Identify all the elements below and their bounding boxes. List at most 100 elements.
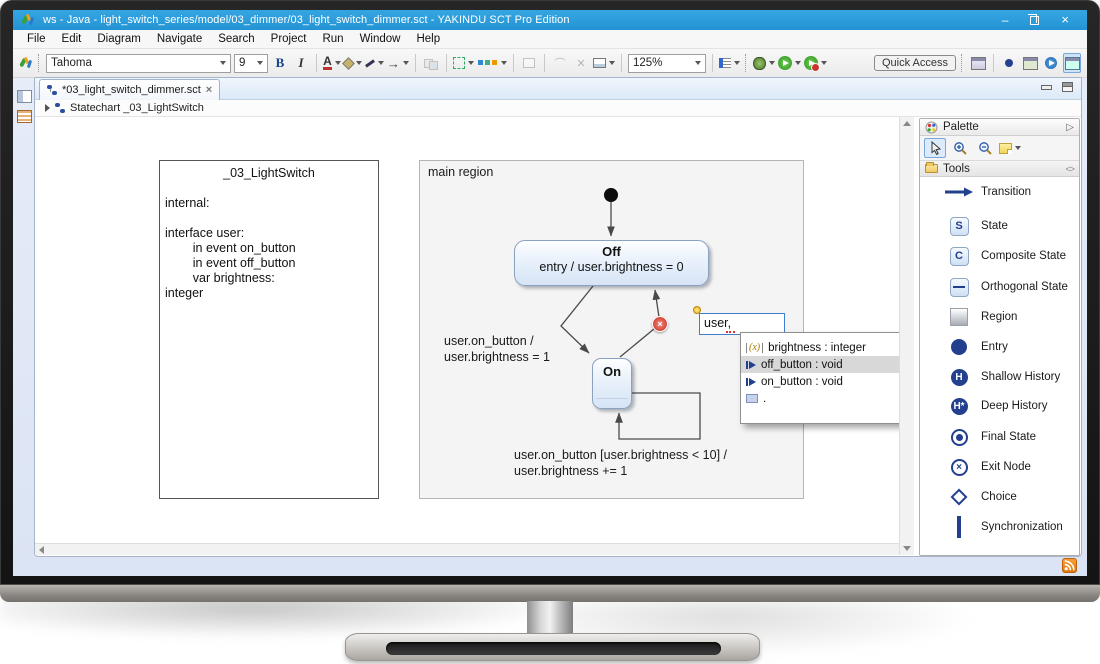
initial-state-node[interactable]: [604, 188, 618, 202]
palette-item-state[interactable]: S State: [944, 214, 1008, 238]
horizontal-scrollbar[interactable]: [35, 543, 899, 555]
menu-run[interactable]: Run: [314, 33, 351, 45]
menu-project[interactable]: Project: [263, 33, 315, 45]
chevron-down-icon: [1015, 146, 1021, 150]
palette-item-final-state[interactable]: Final State: [944, 425, 1036, 449]
menu-window[interactable]: Window: [352, 33, 409, 45]
scroll-down-icon[interactable]: [903, 546, 911, 551]
quick-access-button[interactable]: Quick Access: [874, 55, 956, 71]
transition-label-on[interactable]: user.on_button / user.brightness = 1: [444, 333, 550, 365]
palette-item-shallow-history[interactable]: H Shallow History: [944, 365, 1060, 389]
tab-light-switch-dimmer[interactable]: *03_light_switch_dimmer.sct ×: [39, 79, 220, 100]
spec-body: internal: interface user: in event on_bu…: [165, 196, 378, 301]
menu-navigate[interactable]: Navigate: [149, 33, 210, 45]
bold-button[interactable]: B: [271, 53, 289, 73]
font-family-combo[interactable]: Tahoma: [46, 54, 231, 73]
state-on[interactable]: On: [592, 358, 632, 409]
palette-title: Palette: [943, 121, 979, 133]
palette-item-choice[interactable]: Choice: [944, 485, 1017, 509]
restore-view-icon[interactable]: [17, 90, 32, 103]
debug-perspective-button[interactable]: [1042, 53, 1060, 73]
zoom-combo[interactable]: 125%: [628, 54, 706, 73]
palette-item-region[interactable]: Region: [944, 305, 1017, 329]
breadcrumb-expander-icon[interactable]: [45, 104, 50, 112]
zoom-in-icon: [953, 141, 967, 155]
error-squiggle: [726, 330, 735, 333]
palette-item-synchronization[interactable]: Synchronization: [944, 515, 1063, 539]
tab-close-icon[interactable]: ×: [206, 84, 212, 96]
line-color-button[interactable]: [365, 53, 384, 73]
coverage-button[interactable]: [804, 53, 827, 73]
maximize-button[interactable]: [1030, 16, 1039, 25]
fill-color-icon: [342, 57, 355, 70]
pin-drawer-icon[interactable]: <>: [1065, 164, 1074, 174]
window-title: ws - Java - light_switch_series/model/03…: [43, 14, 570, 26]
menu-help[interactable]: Help: [408, 33, 448, 45]
zoom-out-button[interactable]: [974, 138, 996, 158]
open-perspective-button[interactable]: [969, 53, 987, 73]
modeling-icon: [1023, 57, 1038, 70]
select-elements-button[interactable]: [453, 53, 474, 73]
view-menu-icon: [719, 58, 731, 68]
minimize-button[interactable]: –: [1002, 14, 1009, 26]
java-perspective-button[interactable]: [1063, 53, 1081, 73]
statechart-node-icon: [55, 103, 65, 113]
vertical-scrollbar[interactable]: [899, 117, 914, 555]
font-color-button[interactable]: A: [323, 53, 341, 73]
view-menu-button[interactable]: [719, 53, 740, 73]
font-size-combo[interactable]: 9: [234, 54, 268, 73]
compartment-style-button[interactable]: [593, 53, 615, 73]
palette-header[interactable]: Palette ▷: [920, 119, 1079, 136]
breadcrumb-label[interactable]: Statechart _03_LightSwitch: [70, 102, 204, 114]
state-off[interactable]: Off entry / user.brightness = 0: [514, 240, 709, 286]
maximize-view-icon[interactable]: [1062, 82, 1073, 92]
arrange-layout-button[interactable]: [477, 53, 507, 73]
scroll-left-icon[interactable]: [39, 546, 44, 554]
note-icon: [999, 143, 1012, 154]
sc-perspective-button[interactable]: [1000, 53, 1018, 73]
statechart-spec-box[interactable]: _03_LightSwitch internal: interface user…: [159, 160, 379, 499]
perspective-icon: [971, 57, 986, 70]
autocomplete-item-dot[interactable]: .: [741, 390, 899, 407]
line-style-button[interactable]: →: [387, 53, 409, 73]
palette-item-composite-state[interactable]: C Composite State: [944, 244, 1066, 268]
error-marker-icon[interactable]: ×: [652, 316, 668, 332]
debug-button[interactable]: [753, 53, 775, 73]
zoom-in-button[interactable]: [949, 138, 971, 158]
autocomplete-item-on-button[interactable]: on_button : void: [741, 373, 899, 390]
note-tool-button[interactable]: [999, 138, 1021, 158]
autocomplete-item-off-button[interactable]: off_button : void: [741, 356, 899, 373]
fill-color-button[interactable]: [344, 53, 362, 73]
merge-lines-button[interactable]: ⌒: [551, 53, 569, 73]
split-lines-button[interactable]: ✕: [572, 53, 590, 73]
palette-item-transition[interactable]: Transition: [944, 180, 1031, 204]
folder-icon: [925, 164, 938, 173]
menu-search[interactable]: Search: [210, 33, 262, 45]
menu-file[interactable]: File: [19, 33, 54, 45]
scroll-up-icon[interactable]: [903, 121, 911, 126]
rss-icon[interactable]: [1062, 558, 1077, 573]
template-icon: [746, 394, 758, 403]
select-tool-button[interactable]: [924, 138, 946, 158]
run-button[interactable]: [778, 53, 801, 73]
italic-button[interactable]: I: [292, 53, 310, 73]
tools-drawer-header[interactable]: Tools <>: [920, 161, 1079, 177]
palette-collapse-icon[interactable]: ▷: [1066, 122, 1074, 133]
palette-item-deep-history[interactable]: H* Deep History: [944, 394, 1047, 418]
menu-edit[interactable]: Edit: [54, 33, 90, 45]
outline-view-icon[interactable]: [17, 110, 32, 123]
palette-item-entry[interactable]: Entry: [944, 335, 1008, 359]
show-compartment-button[interactable]: [520, 53, 538, 73]
layout-icon: [477, 57, 498, 69]
modeling-perspective-button[interactable]: [1021, 53, 1039, 73]
palette-item-orthogonal-state[interactable]: Orthogonal State: [944, 275, 1068, 299]
minimize-view-icon[interactable]: [1040, 82, 1051, 92]
close-button[interactable]: ×: [1061, 14, 1069, 26]
event-icon: [749, 361, 756, 369]
copy-appearance-button[interactable]: [422, 53, 440, 73]
palette-item-exit-node[interactable]: × Exit Node: [944, 455, 1031, 479]
menu-diagram[interactable]: Diagram: [89, 33, 148, 45]
autocomplete-item-brightness[interactable]: (x) brightness : integer: [741, 339, 899, 356]
diagram-canvas[interactable]: _03_LightSwitch internal: interface user…: [35, 117, 899, 543]
transition-label-dim[interactable]: user.on_button [user.brightness < 10] / …: [514, 447, 727, 479]
